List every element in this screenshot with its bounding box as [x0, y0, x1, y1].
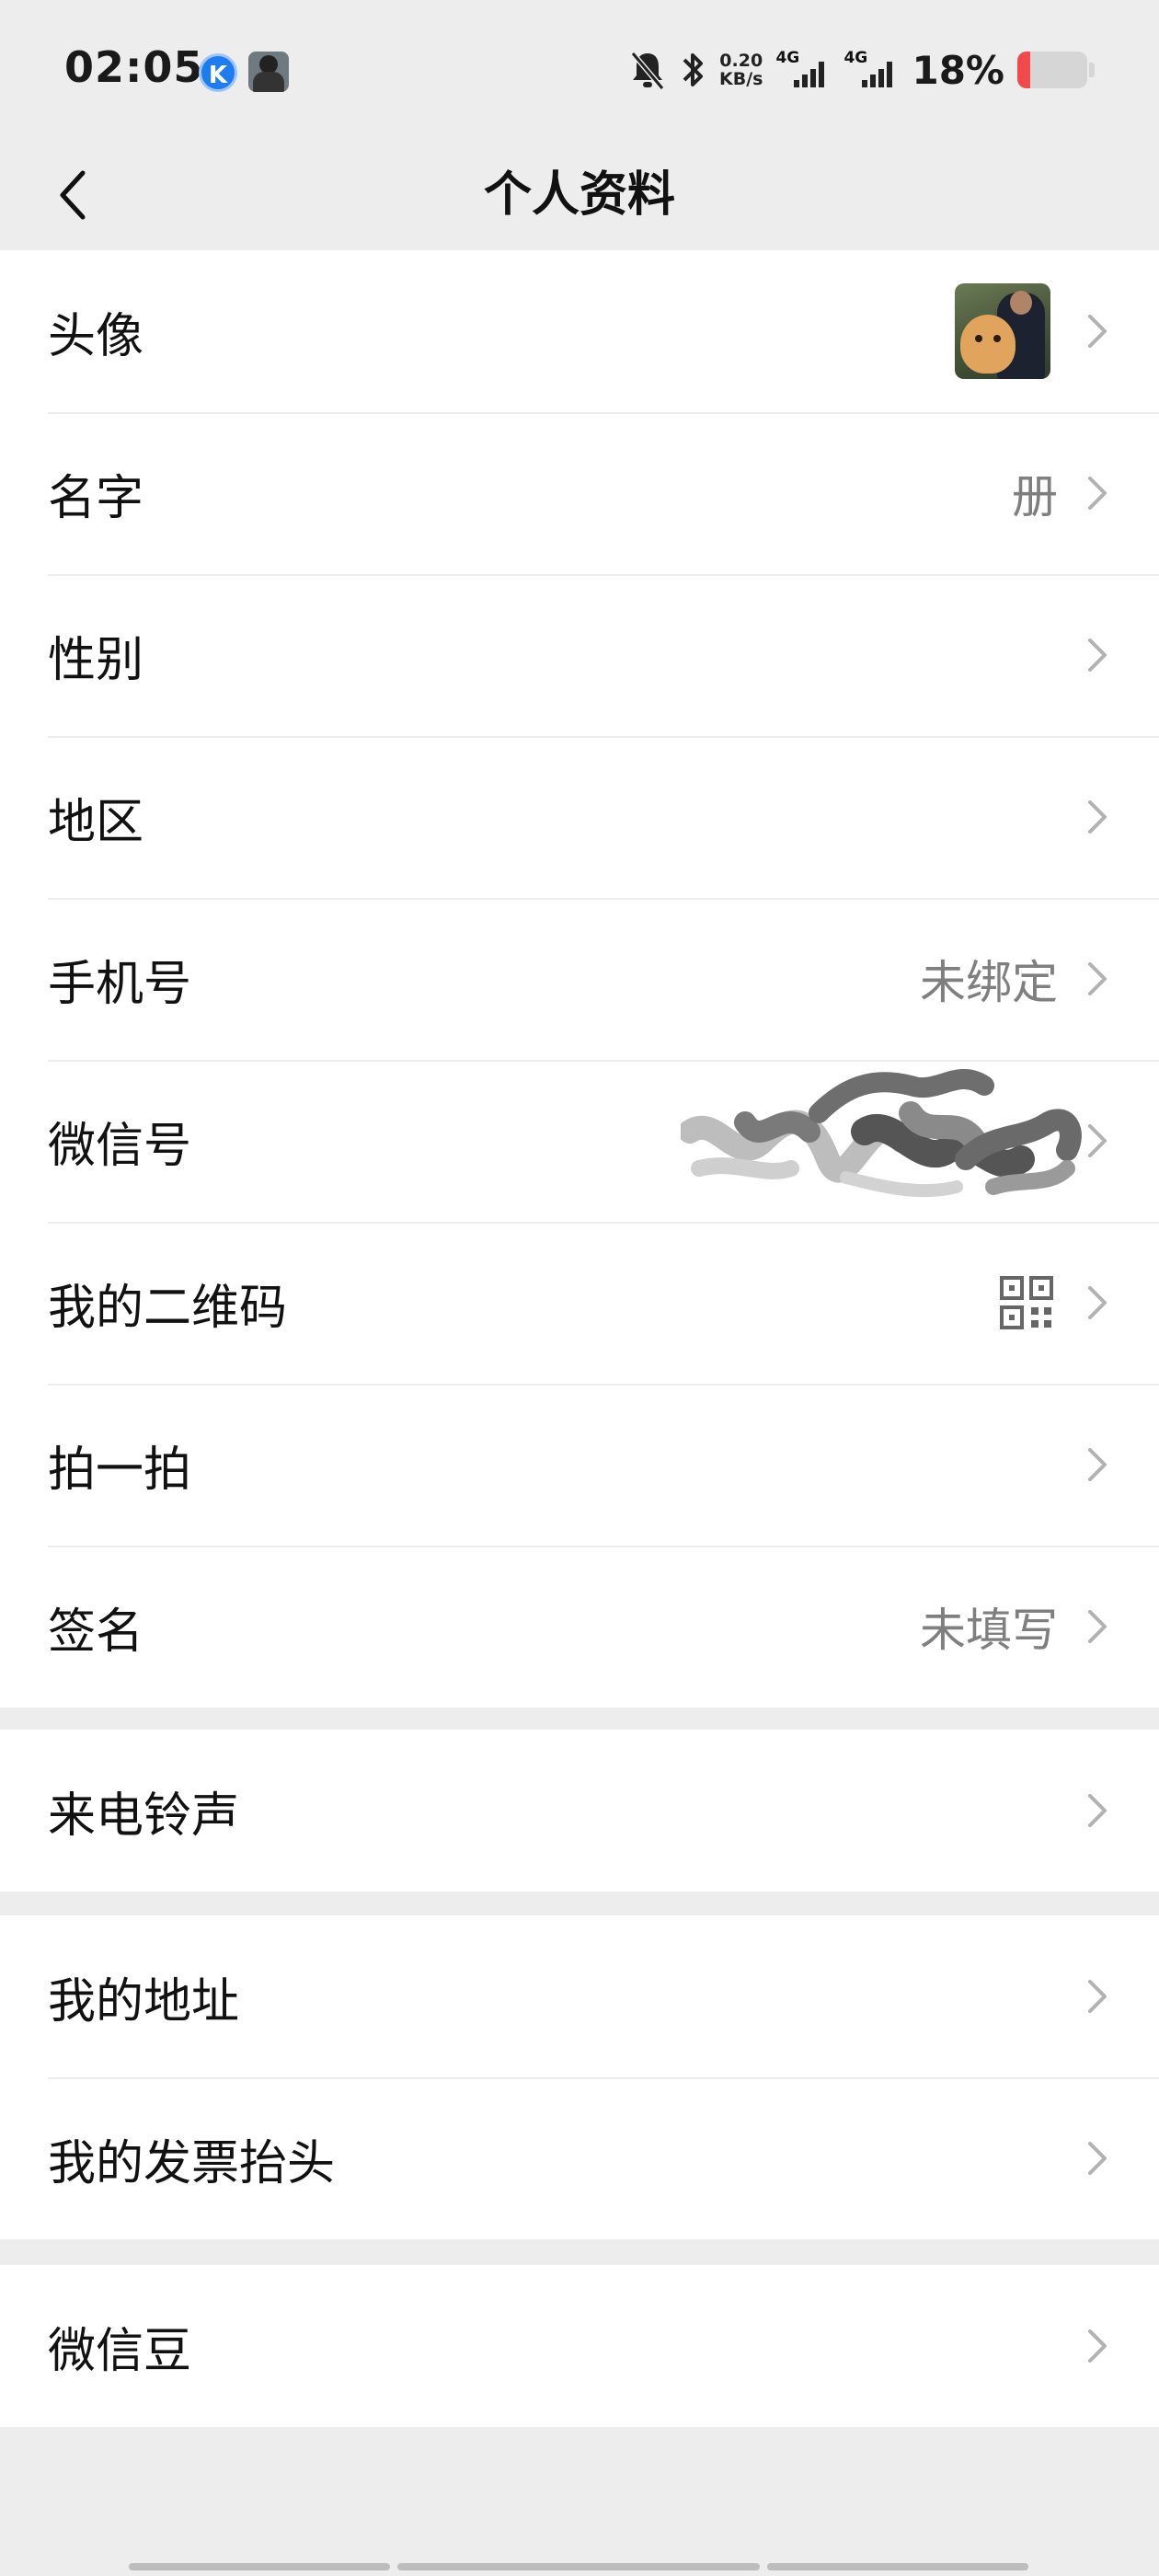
status-indicators: 0.20 KB/s 4G 4G 18%: [629, 44, 1095, 96]
row-label: 头像: [48, 308, 144, 364]
qr-code-icon: [1000, 1276, 1053, 1329]
network-speed-unit: KB/s: [719, 69, 763, 89]
bluetooth-icon: [683, 53, 703, 86]
row-signature[interactable]: 签名 未填写: [0, 1546, 1159, 1708]
row-label: 性别: [48, 632, 144, 688]
home-indicator-left: [129, 2563, 390, 2570]
row-label: 名字: [48, 470, 144, 526]
row-label: 地区: [48, 794, 144, 850]
row-name[interactable]: 名字 册: [0, 412, 1159, 574]
row-qr-code[interactable]: 我的二维码: [0, 1222, 1159, 1384]
chevron-right-icon: [1084, 311, 1111, 351]
home-indicator-right: [767, 2563, 1028, 2570]
chevron-right-icon: [1084, 2326, 1111, 2366]
row-label: 手机号: [48, 956, 192, 1012]
row-label: 微信豆: [48, 2323, 192, 2379]
ringtone-group: 来电铃声: [0, 1730, 1159, 1892]
chevron-right-icon: [1084, 1790, 1111, 1831]
row-phone[interactable]: 手机号 未绑定: [0, 898, 1159, 1060]
chevron-right-icon: [1084, 635, 1111, 675]
row-label: 签名: [48, 1604, 144, 1660]
status-bar: 02:05 K 0.20 KB/s 4G 4G 18%: [0, 0, 1159, 140]
battery-percent: 18%: [912, 47, 1004, 93]
signal-sim2: 4G: [843, 49, 899, 91]
chevron-left-icon: [60, 170, 86, 220]
status-time: 02:05: [64, 42, 204, 92]
chevron-right-icon: [1084, 1121, 1111, 1161]
k-app-icon: K: [199, 53, 237, 92]
chevron-right-icon: [1084, 2138, 1111, 2179]
row-label: 我的地址: [48, 1973, 240, 2030]
profile-group: 头像 名字 册 性别 地区 手机号 未绑定 微信号 我的二维码 拍一拍 签名 未…: [0, 250, 1159, 1708]
battery-icon: [1017, 52, 1087, 88]
row-avatar[interactable]: 头像: [0, 250, 1159, 412]
row-address[interactable]: 我的地址: [0, 1915, 1159, 2077]
page-title: 个人资料: [483, 167, 675, 223]
chevron-right-icon: [1084, 1976, 1111, 2017]
row-pat[interactable]: 拍一拍: [0, 1384, 1159, 1546]
chevron-right-icon: [1084, 1606, 1111, 1647]
row-invoice[interactable]: 我的发票抬头: [0, 2077, 1159, 2239]
app-notification-icon: [248, 52, 289, 92]
signal-bars-icon: [794, 62, 825, 87]
row-label: 我的二维码: [48, 1280, 288, 1336]
muted-bell-icon: [630, 52, 665, 90]
row-value: 未填写: [920, 1604, 1058, 1657]
network-speed: 0.20 KB/s: [719, 52, 763, 88]
signal-sim1: 4G: [775, 49, 831, 91]
row-label: 拍一拍: [48, 1442, 192, 1498]
row-label: 微信号: [48, 1118, 192, 1174]
beans-group: 微信豆: [0, 2265, 1159, 2427]
row-wechat-id[interactable]: 微信号: [0, 1060, 1159, 1222]
battery-fill: [1017, 52, 1030, 88]
row-value: 册: [1012, 470, 1058, 523]
chevron-right-icon: [1084, 473, 1111, 513]
chevron-right-icon: [1084, 1282, 1111, 1323]
address-group: 我的地址 我的发票抬头: [0, 1915, 1159, 2239]
back-button[interactable]: [37, 140, 110, 250]
nav-bar: 个人资料: [0, 140, 1159, 250]
chevron-right-icon: [1084, 1444, 1111, 1485]
row-ringtone[interactable]: 来电铃声: [0, 1730, 1159, 1892]
avatar: [955, 283, 1050, 379]
row-label: 我的发票抬头: [48, 2135, 336, 2191]
battery-tip: [1089, 63, 1095, 77]
chevron-right-icon: [1084, 797, 1111, 837]
chevron-right-icon: [1084, 959, 1111, 999]
signal-bars-icon: [862, 62, 893, 87]
row-gender[interactable]: 性别: [0, 574, 1159, 736]
row-beans[interactable]: 微信豆: [0, 2265, 1159, 2427]
row-label: 来电铃声: [48, 1788, 240, 1844]
network-speed-value: 0.20: [719, 51, 763, 71]
row-value: 未绑定: [920, 956, 1058, 1009]
home-indicator-center: [397, 2563, 760, 2570]
row-region[interactable]: 地区: [0, 736, 1159, 898]
